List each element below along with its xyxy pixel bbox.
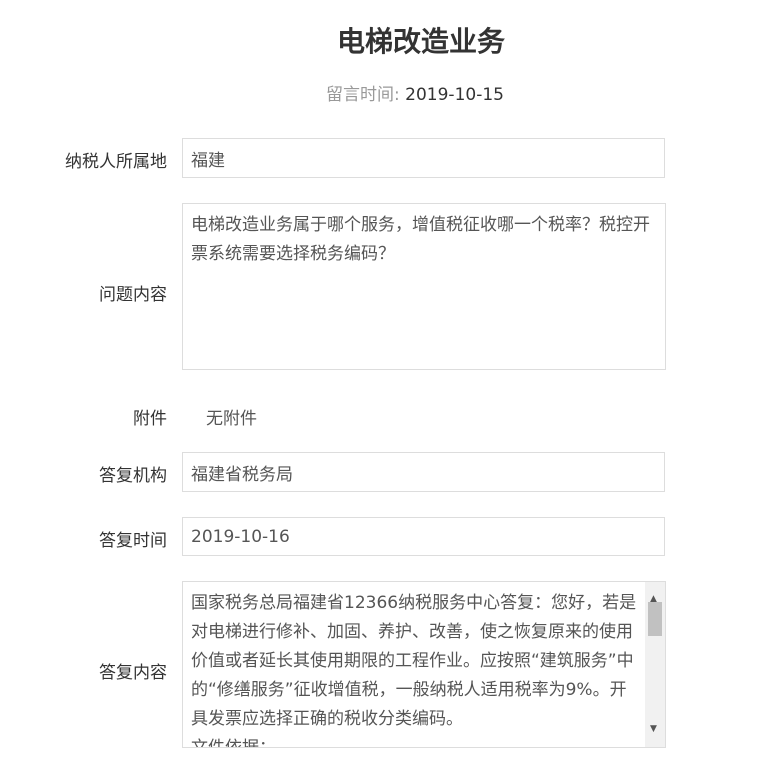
page-title: 电梯改造业务: [336, 25, 505, 58]
answer-text-2: 文件依据：: [191, 738, 276, 748]
org-field[interactable]: 福建省税务局: [182, 452, 665, 492]
scrollbar-thumb[interactable]: [648, 602, 662, 636]
org-label: 答复机构: [99, 466, 167, 486]
scrollbar[interactable]: ▲ ▼: [645, 582, 665, 747]
answer-label: 答复内容: [99, 663, 167, 683]
answer-text: 国家税务总局福建省12366纳税服务中心答复：您好，若是对电梯进行修补、加固、养…: [191, 593, 637, 729]
attachment-value: 无附件: [206, 409, 257, 429]
message-time: 留言时间: 2019-10-15: [0, 80, 764, 105]
region-label: 纳税人所属地: [65, 152, 167, 172]
answer-field[interactable]: 国家税务总局福建省12366纳税服务中心答复：您好，若是对电梯进行修补、加固、养…: [182, 581, 666, 748]
question-label: 问题内容: [99, 285, 167, 305]
scroll-down-icon[interactable]: ▼: [650, 715, 657, 744]
region-field[interactable]: 福建: [182, 138, 665, 178]
answer-time-label: 答复时间: [99, 531, 167, 551]
answer-time-field[interactable]: 2019-10-16: [182, 517, 665, 556]
message-time-label: 留言时间:: [326, 85, 400, 105]
question-field[interactable]: 电梯改造业务属于哪个服务，增值税征收哪一个税率？税控开票系统需要选择税务编码？: [182, 203, 666, 370]
message-time-value: 2019-10-15: [405, 85, 504, 105]
attachment-label: 附件: [133, 409, 167, 429]
